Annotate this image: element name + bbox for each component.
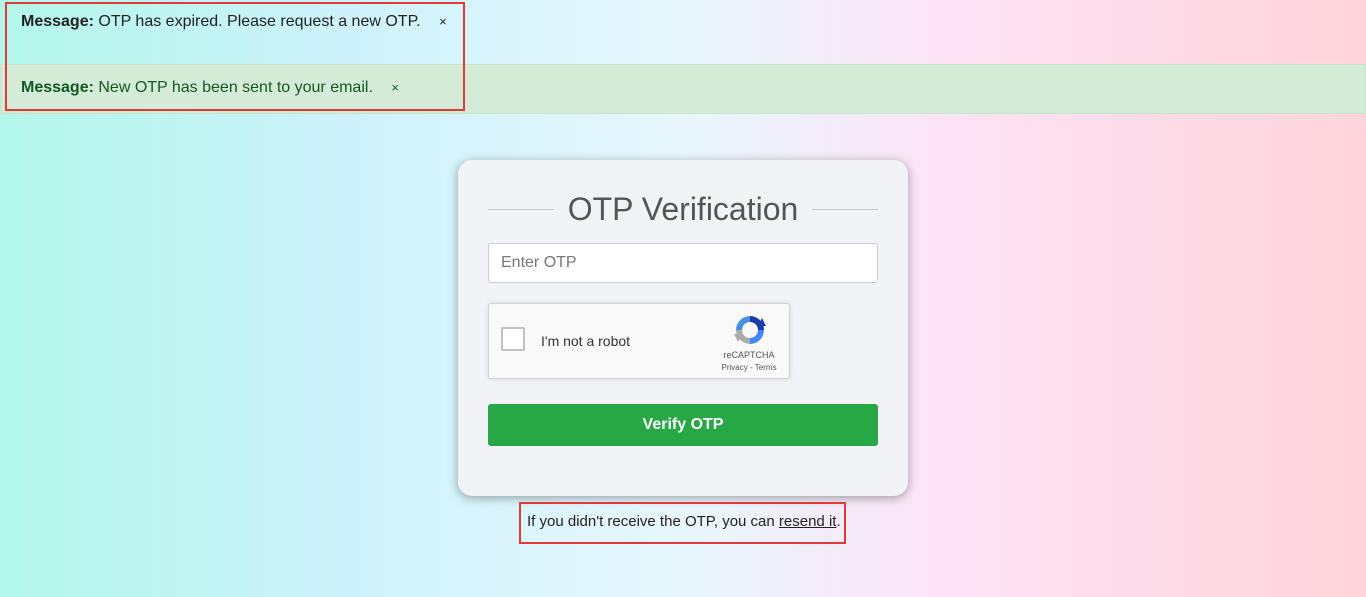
resend-suffix: . bbox=[836, 513, 841, 530]
message-body: OTP has expired. Please request a new OT… bbox=[98, 13, 421, 30]
otp-sent-message: Message: New OTP has been sent to your e… bbox=[0, 64, 1366, 114]
divider bbox=[812, 208, 878, 210]
otp-expired-message: Message: OTP has expired. Please request… bbox=[0, 0, 1366, 64]
recaptcha-links-separator: - bbox=[747, 363, 755, 372]
verify-otp-button[interactable]: Verify OTP bbox=[488, 404, 878, 446]
message-body: New OTP has been sent to your email. bbox=[98, 79, 373, 96]
recaptcha-terms-link[interactable]: Terms bbox=[755, 363, 777, 372]
message-label: Message: bbox=[21, 79, 94, 96]
recaptcha-widget: I'm not a robot reCAPTCHA Privacy - Term… bbox=[488, 303, 790, 379]
recaptcha-logo-icon bbox=[734, 316, 766, 344]
recaptcha-label: I'm not a robot bbox=[541, 333, 631, 349]
message-label: Message: bbox=[21, 13, 94, 30]
close-icon[interactable]: × bbox=[391, 78, 399, 98]
recaptcha-checkbox[interactable] bbox=[501, 327, 525, 351]
otp-sent-message-text: Message: New OTP has been sent to your e… bbox=[21, 78, 399, 98]
otp-verification-card: OTP Verification I'm not a robot reCAPTC… bbox=[458, 160, 908, 496]
page-title: OTP Verification bbox=[567, 190, 799, 227]
close-icon[interactable]: × bbox=[439, 12, 447, 32]
resend-link[interactable]: resend it bbox=[779, 513, 837, 530]
divider bbox=[488, 208, 554, 210]
resend-prefix: If you didn't receive the OTP, you can bbox=[527, 513, 779, 530]
card-header: OTP Verification bbox=[488, 188, 878, 230]
recaptcha-brand: reCAPTCHA bbox=[723, 350, 775, 360]
otp-expired-message-text: Message: OTP has expired. Please request… bbox=[21, 12, 447, 32]
recaptcha-links: Privacy - Terms bbox=[711, 363, 787, 372]
otp-input[interactable] bbox=[488, 243, 878, 283]
resend-text: If you didn't receive the OTP, you can r… bbox=[527, 513, 841, 530]
recaptcha-privacy-link[interactable]: Privacy bbox=[722, 363, 748, 372]
